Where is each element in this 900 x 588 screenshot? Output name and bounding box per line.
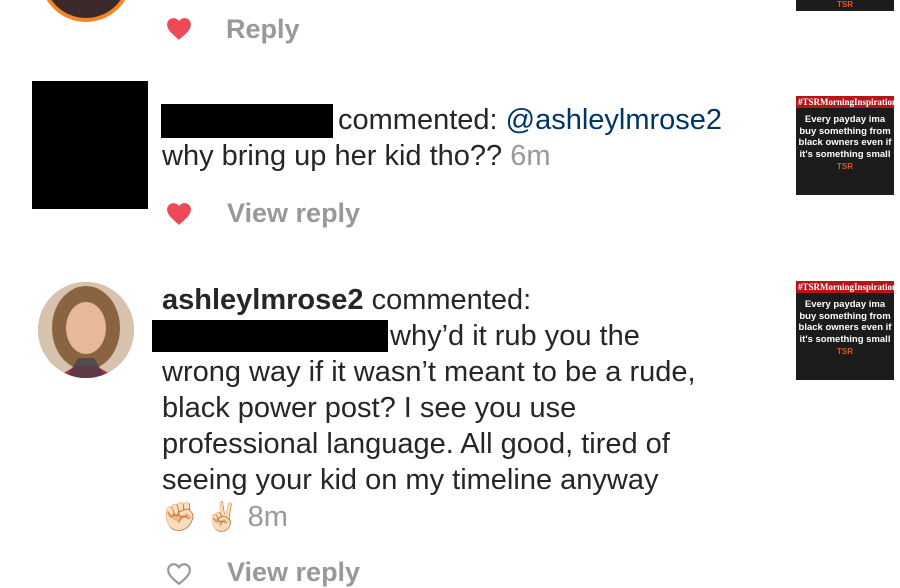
mention-link[interactable]: @ashleylmrose2 xyxy=(506,104,722,136)
post-thumbnail[interactable]: TSR xyxy=(796,0,894,11)
heart-filled-icon[interactable] xyxy=(166,17,192,41)
user-avatar-image xyxy=(38,282,134,378)
heart-outline-icon[interactable] xyxy=(166,562,192,586)
username-link[interactable]: ashleylmrose2 xyxy=(162,284,364,316)
comment-header: ashleylmrose2 commented: xyxy=(162,282,531,318)
comment-text: why bring up her kid tho?? xyxy=(162,140,503,172)
post-quote: Every payday ima buy something from blac… xyxy=(798,299,892,345)
comment-header: commented: @ashleylmrose2 xyxy=(338,102,722,138)
tsr-logo: TSR xyxy=(837,347,853,356)
commented-label: commented: xyxy=(371,284,532,316)
emoji-fist-peace: ✊🏻 ✌🏻 xyxy=(162,501,240,532)
comment-line: wrong way if it wasn’t meant to be a rud… xyxy=(162,356,696,388)
redacted-mention xyxy=(152,320,388,352)
comment-line: professional language. All good, tired o… xyxy=(162,428,670,460)
user-avatar[interactable] xyxy=(38,282,134,378)
post-quote: Every payday ima buy something from blac… xyxy=(798,114,892,160)
commenter-avatar[interactable] xyxy=(40,0,132,22)
comment-line: seeing your kid on my timeline anyway xyxy=(162,464,659,496)
tsr-logo: TSR xyxy=(837,162,853,171)
timestamp: 8m xyxy=(247,501,288,533)
tsr-logo: TSR xyxy=(837,0,853,9)
post-hashtag: #TSRMorningInspiration xyxy=(796,281,894,293)
redacted-avatar xyxy=(32,81,148,209)
post-thumbnail[interactable]: #TSRMorningInspiration Every payday ima … xyxy=(796,96,894,195)
comment-line: why’d it rub you the xyxy=(390,320,640,352)
reply-button[interactable]: Reply xyxy=(226,14,300,45)
heart-filled-icon[interactable] xyxy=(166,202,192,226)
comment-body: why bring up her kid tho?? 6m xyxy=(162,138,551,174)
redacted-username xyxy=(161,104,333,138)
post-hashtag: #TSRMorningInspiration xyxy=(796,96,894,108)
view-reply-button[interactable]: View reply xyxy=(227,557,360,588)
view-reply-button[interactable]: View reply xyxy=(227,198,360,229)
comment-line: black power post? I see you use xyxy=(162,392,577,424)
comment-footer: ✊🏻 ✌🏻 8m xyxy=(162,499,288,535)
post-thumbnail[interactable]: #TSRMorningInspiration Every payday ima … xyxy=(796,281,894,380)
commented-label: commented: xyxy=(338,104,498,136)
timestamp: 6m xyxy=(510,140,551,172)
